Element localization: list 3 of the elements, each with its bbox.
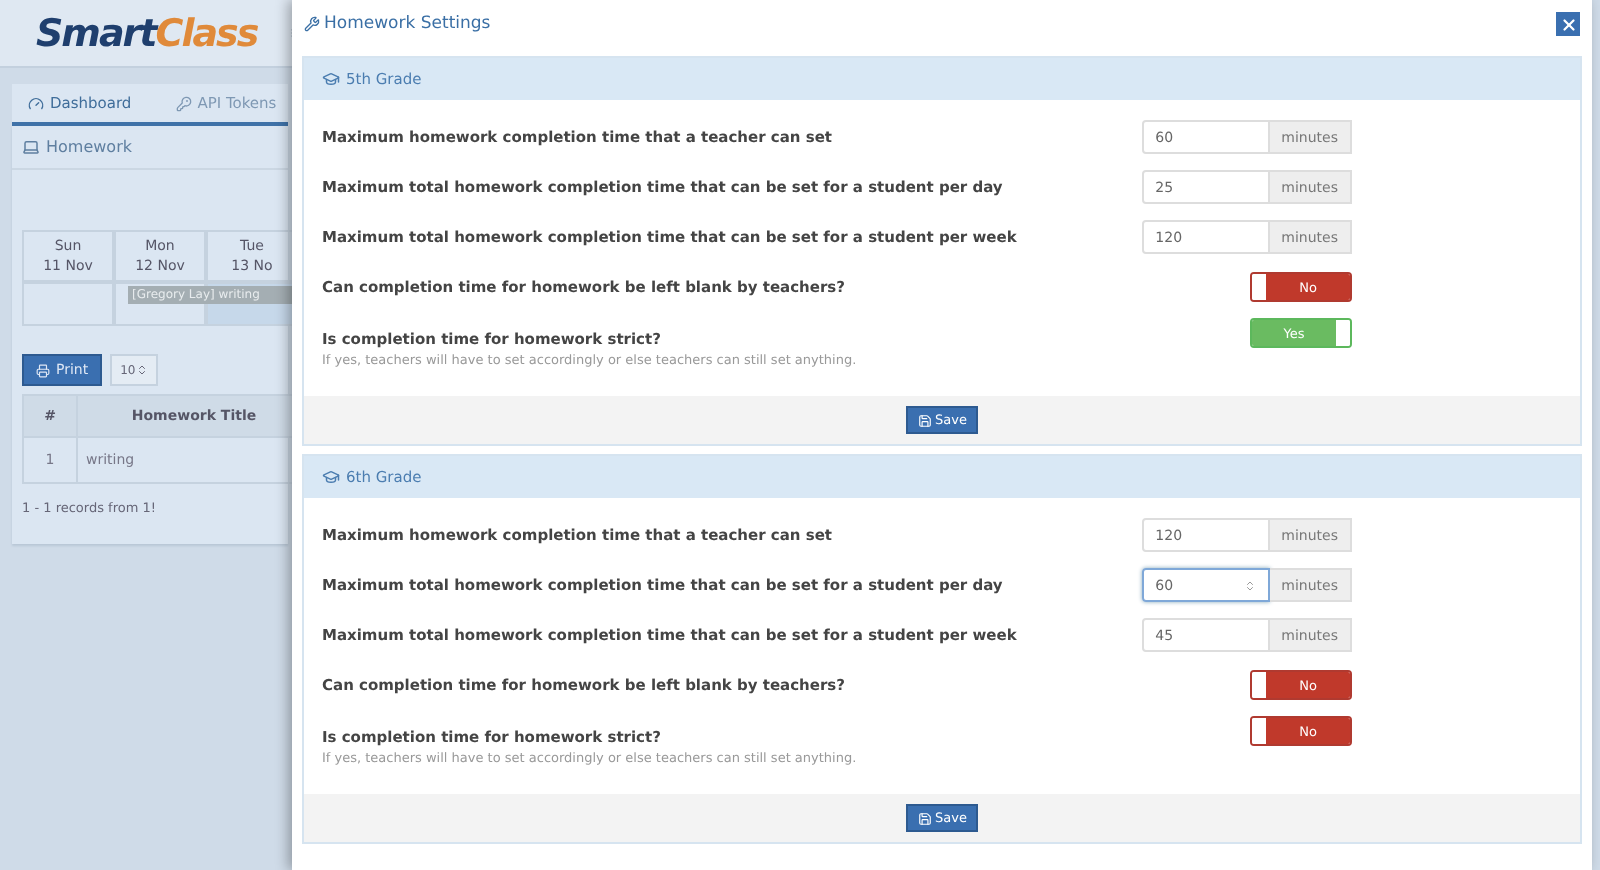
panel-title: Homework xyxy=(12,126,288,170)
dialog-title: Homework Settings xyxy=(304,14,491,34)
logo: SmartClass xyxy=(36,11,258,55)
